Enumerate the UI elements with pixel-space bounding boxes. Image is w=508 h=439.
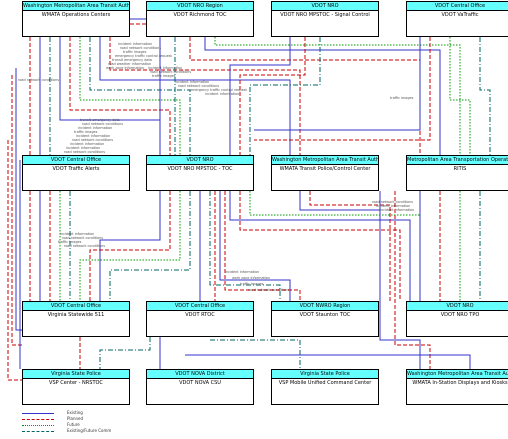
- connection-line: [99, 191, 161, 301]
- connection-line: [229, 37, 291, 155]
- node-header: VDOT Central Office: [23, 156, 129, 165]
- legend-label: Existing/Future Comm: [67, 428, 112, 433]
- node-name: VDOT RTOC: [185, 312, 215, 318]
- node-name: VDOT Staunton TOC: [299, 312, 351, 318]
- flow-label: work zone information: [106, 66, 145, 70]
- node-header: VDOT Central Office: [23, 302, 129, 311]
- flow-label: traffic images: [152, 74, 176, 78]
- node-ritis[interactable]: Metropolitan Area Transportation Operati…: [406, 155, 508, 191]
- node-wmata-operations-centers[interactable]: Washington Metropolitan Area Transit Aut…: [22, 1, 130, 37]
- node-name: VDOT Richmond TOC: [173, 12, 227, 18]
- node-vdot-nro-signal-control[interactable]: VDOT NRO VDOT NRO MPSTOC - Signal Contro…: [271, 1, 379, 37]
- node-header: Virginia State Police: [23, 370, 129, 379]
- connection-line: [109, 191, 191, 301]
- legend-swatch: [22, 425, 54, 426]
- node-vdot-vatraffic[interactable]: VDOT Central Office VDOT VaTraffic: [406, 1, 508, 37]
- node-header: VDOT NRO: [407, 302, 508, 311]
- legend-item-planned: Planned: [22, 416, 162, 422]
- flow-label: road network conditions: [64, 244, 105, 248]
- node-header: Washington Metropolitan Area Transit Aut…: [23, 2, 129, 11]
- node-header: Washington Metropolitan Area Transit Aut…: [272, 156, 378, 165]
- connection-line: [299, 191, 381, 301]
- node-name: VDOT NRO MPSTOC - TOC: [167, 166, 233, 172]
- node-virginia-511[interactable]: VDOT Central Office Virginia Statewide 5…: [22, 301, 130, 337]
- flow-label: work zone information: [232, 276, 271, 280]
- node-header: VDOT NOVA District: [147, 370, 253, 379]
- connection-line: [254, 37, 421, 131]
- connection-line: [479, 37, 491, 155]
- connection-line: [214, 37, 461, 155]
- node-header: VDOT Central Office: [407, 2, 508, 11]
- flow-label: incident information: [205, 92, 240, 96]
- node-wmata-in-station-displays[interactable]: Washington Metropolitan Area Transit Aut…: [406, 369, 508, 405]
- connection-line: [99, 337, 151, 369]
- node-vsp-mobile-command[interactable]: Virginia State Police VSP Mobile Unified…: [271, 369, 379, 405]
- node-wmata-transit-police[interactable]: Washington Metropolitan Area Transit Aut…: [271, 155, 379, 191]
- node-vdot-staunton-toc[interactable]: VDOT NWRO Region VDOT Staunton TOC: [271, 301, 379, 337]
- connection-line: [15, 68, 22, 331]
- node-name: WMATA In-Station Displays and Kiosks: [412, 380, 508, 386]
- node-vdot-traffic-alerts[interactable]: VDOT Central Office VDOT Traffic Alerts: [22, 155, 130, 191]
- connection-line: [254, 37, 431, 141]
- flow-label: incident information: [225, 270, 260, 274]
- node-name: VDOT NRO MPSTOC - Signal Control: [280, 12, 370, 18]
- node-header: VDOT NRO Region: [147, 2, 253, 11]
- flow-label: incident information: [380, 208, 415, 212]
- flow-label: road network conditions: [18, 78, 59, 82]
- node-header: Metropolitan Area Transportation Operati…: [407, 156, 508, 165]
- legend-swatch: [22, 431, 54, 432]
- node-name: WMATA Operations Centers: [41, 12, 111, 18]
- node-vsp-center[interactable]: Virginia State Police VSP Center - NRSTO…: [22, 369, 130, 405]
- node-vdot-nro-tpo[interactable]: VDOT NRO VDOT NRO TPO: [406, 301, 508, 337]
- node-name: VDOT NOVA CSU: [179, 380, 221, 386]
- connection-line: [189, 37, 421, 155]
- node-vdot-nro-mpstoc-toc[interactable]: VDOT NRO VDOT NRO MPSTOC - TOC: [146, 155, 254, 191]
- node-header: Virginia State Police: [272, 370, 378, 379]
- connection-line: [249, 37, 321, 155]
- node-header: VDOT Central Office: [147, 302, 253, 311]
- node-name: WMATA Transit Police/Control Center: [279, 166, 371, 172]
- node-name: RITIS: [453, 166, 467, 172]
- flow-label: traffic images: [390, 96, 414, 100]
- legend-swatch: [22, 413, 54, 414]
- node-header: Washington Metropolitan Area Transit Aut…: [407, 370, 508, 379]
- node-name: VSP Center - NRSTOC: [49, 380, 103, 386]
- connection-line: [185, 354, 471, 369]
- node-vdot-richmond-toc[interactable]: VDOT NRO Region VDOT Richmond TOC: [146, 1, 254, 37]
- node-vdot-nova-csu[interactable]: VDOT NOVA District VDOT NOVA CSU: [146, 369, 254, 405]
- flow-label: road network conditions: [64, 150, 105, 154]
- legend: Existing Planned Future Existing/Future …: [22, 410, 162, 437]
- node-name: VDOT VaTraffic: [441, 12, 479, 18]
- node-name: VSP Mobile Unified Command Center: [278, 380, 372, 386]
- node-name: VDOT NRO TPO: [440, 312, 480, 318]
- node-header: VDOT NRO: [147, 156, 253, 165]
- flow-label: traffic images: [240, 282, 264, 286]
- node-header: VDOT NWRO Region: [272, 302, 378, 311]
- legend-item-comm: Existing/Future Comm: [22, 428, 162, 434]
- legend-item-existing: Existing: [22, 410, 162, 416]
- node-vdot-rtoc[interactable]: VDOT Central Office VDOT RTOC: [146, 301, 254, 337]
- legend-swatch: [22, 419, 54, 420]
- node-name: Virginia Statewide 511: [47, 312, 105, 318]
- node-name: VDOT Traffic Alerts: [52, 166, 100, 172]
- flow-label: road network conditions: [248, 288, 289, 292]
- node-header: VDOT NRO: [272, 2, 378, 11]
